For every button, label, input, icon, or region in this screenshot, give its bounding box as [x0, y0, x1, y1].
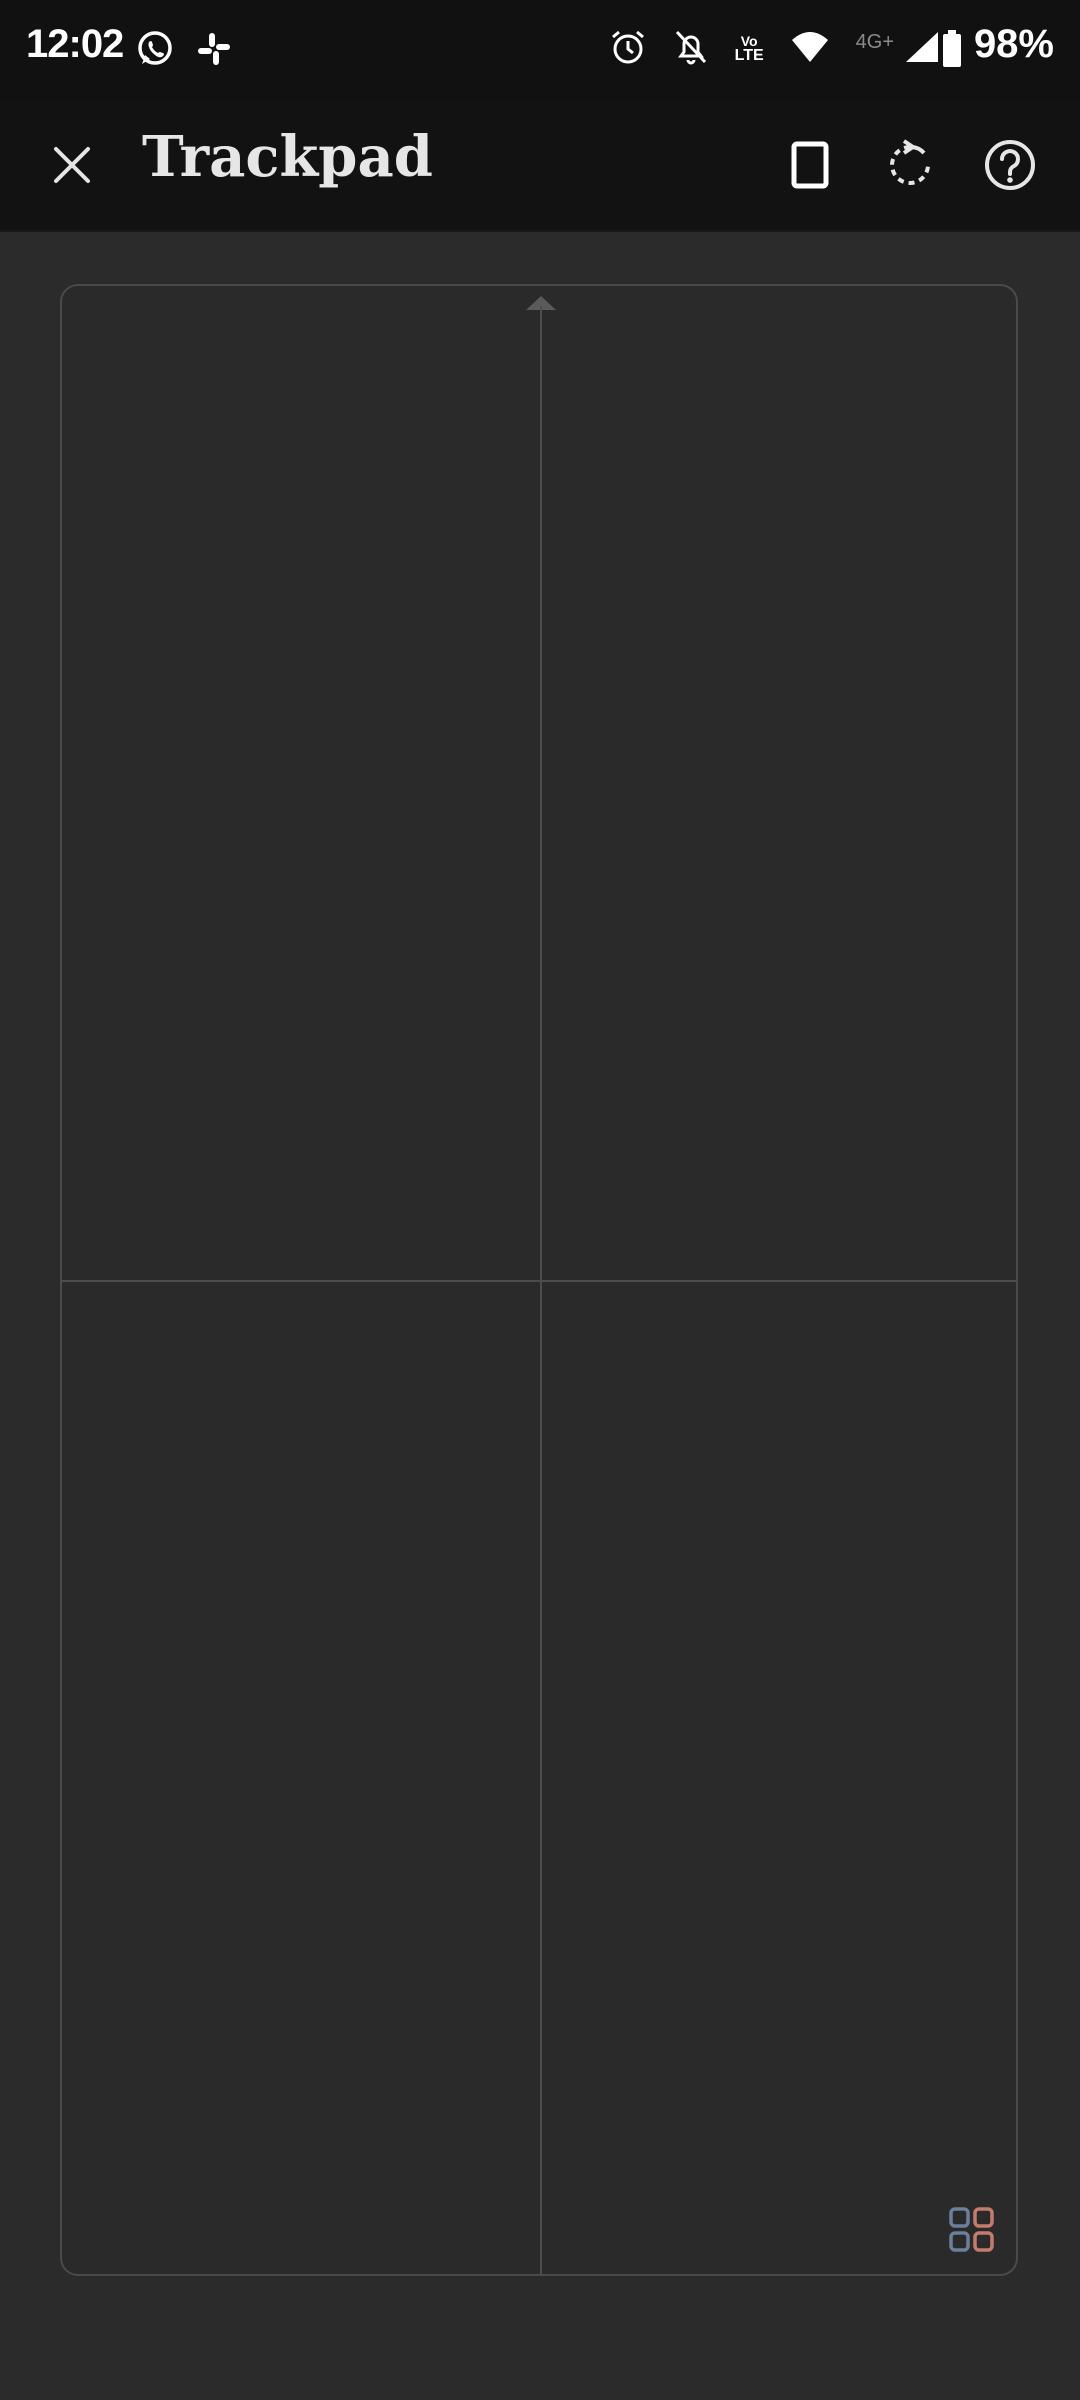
rotate-button[interactable] — [878, 133, 942, 197]
screen-frame-button[interactable] — [778, 133, 842, 197]
rotate-icon — [890, 139, 930, 185]
grid-cell — [973, 2207, 994, 2228]
notifications-off-icon — [673, 28, 709, 70]
slack-icon — [196, 31, 232, 71]
grid-cell — [949, 2207, 970, 2228]
app-toolbar: Trackpad — [0, 100, 1080, 230]
volte-icon: Vo LTE — [734, 33, 764, 64]
network-type-label: 4G+ — [855, 30, 894, 53]
close-icon — [54, 147, 90, 183]
close-button[interactable] — [44, 137, 100, 193]
grid-cell — [973, 2231, 994, 2252]
trackpad-area[interactable] — [60, 284, 1018, 2276]
grid-icon — [949, 2207, 994, 2252]
status-bar: 12:02 Vo LTE 4G+ 98% — [0, 0, 1080, 100]
help-icon — [985, 140, 1035, 190]
page-title: Trackpad — [142, 124, 433, 190]
vertical-divider — [540, 306, 542, 2274]
battery-percentage: 98% — [973, 22, 1054, 66]
help-button[interactable] — [978, 133, 1042, 197]
signal-icon — [904, 30, 940, 68]
grid-cell — [949, 2231, 970, 2252]
wifi-icon — [790, 30, 830, 68]
horizontal-divider — [62, 1280, 1016, 1282]
phone-frame-icon — [791, 141, 829, 189]
status-time: 12:02 — [26, 22, 124, 66]
alarm-icon — [609, 28, 647, 70]
status-system-icons: Vo LTE 4G+ — [609, 28, 940, 70]
battery-icon — [942, 30, 962, 72]
whatsapp-icon — [136, 30, 174, 72]
status-notification-icons — [136, 30, 232, 72]
layout-grid-button[interactable] — [948, 2206, 996, 2254]
